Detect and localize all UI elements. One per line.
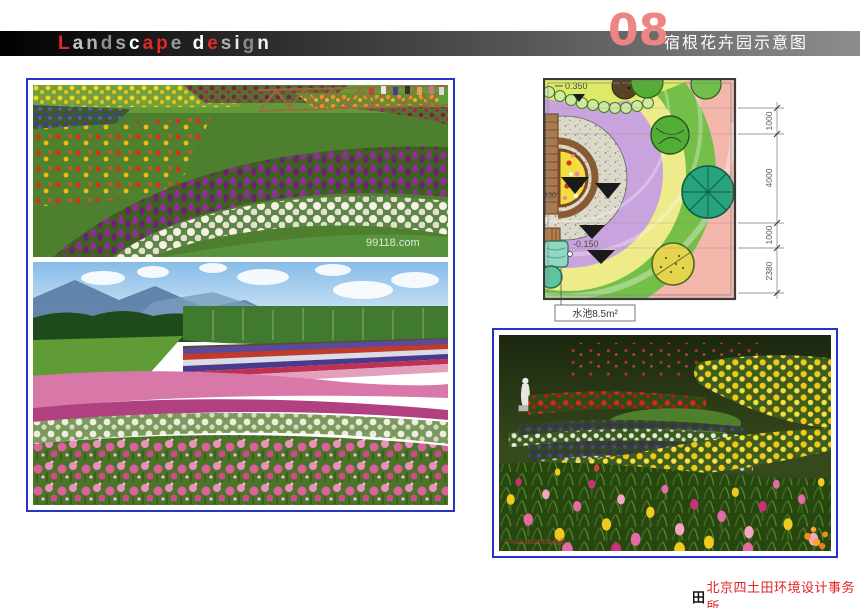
logo-letter: c xyxy=(129,33,143,55)
dimension-chain xyxy=(738,102,784,299)
right-photo-frame: E-mail jdlcz2008 摄影 xyxy=(492,328,838,558)
photo-watermark: E-mail jdlcz2008 摄影 xyxy=(505,537,567,546)
logo-letter: n xyxy=(257,33,272,55)
logo-letter: L xyxy=(58,33,73,55)
logo-letter: a xyxy=(143,33,157,55)
flower-bed-arcs xyxy=(543,78,788,328)
dim-label-4: 2380 xyxy=(764,261,774,280)
dim-label-2: 4000 xyxy=(764,168,774,187)
logo-letter: e xyxy=(207,33,221,55)
logo-letter: n xyxy=(86,33,101,55)
page-title: 宿根花卉园示意图 xyxy=(664,31,808,56)
left-photo-frame: 99118.com xyxy=(26,78,455,512)
company-logo-glyph: 田 xyxy=(692,587,706,606)
logo-letter xyxy=(184,33,192,55)
logo-letter: s xyxy=(221,33,235,55)
logo-letter: e xyxy=(171,33,185,55)
page-number: 08 xyxy=(608,9,669,53)
logo-letter: i xyxy=(234,33,242,55)
logo-letter: d xyxy=(101,33,116,55)
dim-label-1: 1000 xyxy=(764,111,774,130)
elevation-label-top: 0.350 xyxy=(565,81,588,91)
company-signature: 田 北京四土田环境设计事务所 xyxy=(692,577,860,608)
flower-fields-photo xyxy=(33,262,448,505)
tulip-garden-photo: E-mail jdlcz2008 摄影 xyxy=(499,335,831,551)
logo-text: Landscape design xyxy=(58,31,272,56)
flower-rows-photo: 99118.com xyxy=(33,85,448,257)
cleome-foreground xyxy=(33,435,448,505)
dim-label-3: 1000 xyxy=(764,225,774,244)
logo-letter: p xyxy=(156,33,171,55)
logo-letter: a xyxy=(73,33,87,55)
logo-letter: d xyxy=(193,33,208,55)
logo-letter: s xyxy=(115,33,129,55)
green-field xyxy=(33,336,183,376)
elevation-label-mid: -0.150 xyxy=(573,239,599,249)
logo-letter: g xyxy=(243,33,258,55)
company-name: 北京四土田环境设计事务所 xyxy=(707,577,860,608)
presentation-slide: Landscape design 08 宿根花卉园示意图 xyxy=(0,0,860,608)
pool-area-label: 水池8.5m² xyxy=(572,307,618,320)
photo-watermark: 99118.com xyxy=(366,237,420,249)
landscape-plan-drawing: 0.350 -0.150 300 1000 4000 1000 2380 xyxy=(543,78,788,328)
